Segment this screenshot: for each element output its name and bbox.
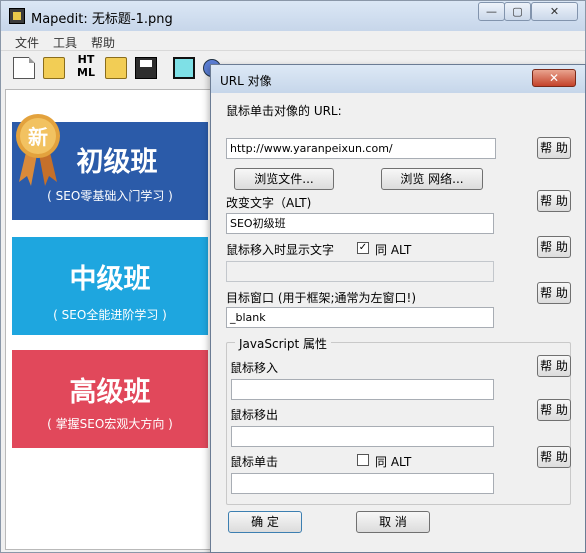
course-banner-advanced[interactable]: 高级班 ( 掌握SEO宏观大方向 )	[12, 350, 208, 448]
help-button-alt[interactable]: 帮 助	[537, 190, 571, 212]
click-label: 鼠标单击	[230, 455, 279, 469]
help-button-click[interactable]: 帮 助	[537, 446, 571, 468]
maximize-button[interactable]: ▢	[504, 2, 531, 21]
dialog-title-bar[interactable]: URL 对像 ✕	[211, 65, 585, 93]
help-button-url[interactable]: 帮 助	[537, 137, 571, 159]
image-canvas[interactable]: 初级班 ( SEO零基础入门学习 ) 新 中级班 ( SEO全能进阶学习 ) 高…	[5, 89, 211, 550]
close-button[interactable]: ✕	[531, 2, 578, 21]
browse-web-button[interactable]: 浏览 网络...	[381, 168, 483, 190]
course-subtitle: ( 掌握SEO宏观大方向 )	[47, 417, 173, 431]
open-image-icon[interactable]	[105, 57, 127, 79]
help-button-hover[interactable]: 帮 助	[537, 236, 571, 258]
ok-button[interactable]: 确 定	[228, 511, 302, 533]
html-icon[interactable]: HT ML	[73, 53, 99, 79]
url-label: 鼠标单击对像的 URL:	[226, 104, 342, 118]
new-badge-icon: 新	[16, 114, 60, 186]
target-label: 目标窗口 (用于框架;通常为左窗口!)	[226, 291, 417, 305]
browse-file-button[interactable]: 浏览文件...	[234, 168, 334, 190]
click-input[interactable]	[231, 473, 494, 494]
hover-same-alt-checkbox[interactable]: ✓	[357, 242, 369, 254]
mouseover-input[interactable]	[231, 379, 494, 400]
new-file-icon[interactable]	[13, 57, 35, 79]
badge-text: 新	[28, 125, 48, 149]
mouseout-input[interactable]	[231, 426, 494, 447]
mouseout-label: 鼠标移出	[230, 408, 279, 422]
course-banner-intermediate[interactable]: 中级班 ( SEO全能进阶学习 )	[12, 237, 208, 335]
click-same-alt-checkbox[interactable]	[357, 454, 369, 466]
save-icon[interactable]	[135, 57, 157, 79]
help-button-target[interactable]: 帮 助	[537, 282, 571, 304]
menu-tools[interactable]: 工具	[53, 34, 77, 51]
open-folder-icon[interactable]	[43, 57, 65, 79]
app-icon	[9, 8, 25, 24]
dialog-title: URL 对像	[220, 74, 272, 88]
hover-same-alt-label: 同 ALT	[375, 243, 412, 257]
url-object-dialog: URL 对像 ✕ 鼠标单击对像的 URL: http://www.yaranpe…	[210, 64, 586, 553]
target-input[interactable]: _blank	[226, 307, 494, 328]
rectangle-tool-icon[interactable]	[173, 57, 195, 79]
javascript-group-label: JavaScript 属性	[235, 335, 331, 352]
url-input[interactable]: http://www.yaranpeixun.com/	[226, 138, 496, 159]
alt-input[interactable]: SEO初级班	[226, 213, 494, 234]
alt-label: 改变文字（ALT)	[226, 196, 312, 210]
minimize-button[interactable]: —	[478, 2, 505, 21]
click-same-alt-label: 同 ALT	[375, 455, 412, 469]
help-button-mouseout[interactable]: 帮 助	[537, 399, 571, 421]
course-title: 高级班	[69, 377, 151, 408]
help-button-mouseover[interactable]: 帮 助	[537, 355, 571, 377]
course-subtitle: ( SEO全能进阶学习 )	[53, 308, 167, 322]
main-title-bar[interactable]: Mapedit: 无标题-1.png — ▢ ✕	[1, 1, 585, 31]
course-title: 中级班	[69, 264, 151, 295]
menu-help[interactable]: 帮助	[91, 34, 115, 51]
dialog-close-button[interactable]: ✕	[532, 69, 576, 87]
cancel-button[interactable]: 取 消	[356, 511, 430, 533]
menu-bar: 文件 工具 帮助	[1, 31, 585, 51]
window-title: Mapedit: 无标题-1.png	[31, 12, 173, 27]
hover-text-input	[226, 261, 494, 282]
menu-file[interactable]: 文件	[15, 34, 39, 51]
mouseover-label: 鼠标移入	[230, 361, 279, 375]
hover-text-label: 鼠标移入时显示文字	[226, 243, 335, 257]
